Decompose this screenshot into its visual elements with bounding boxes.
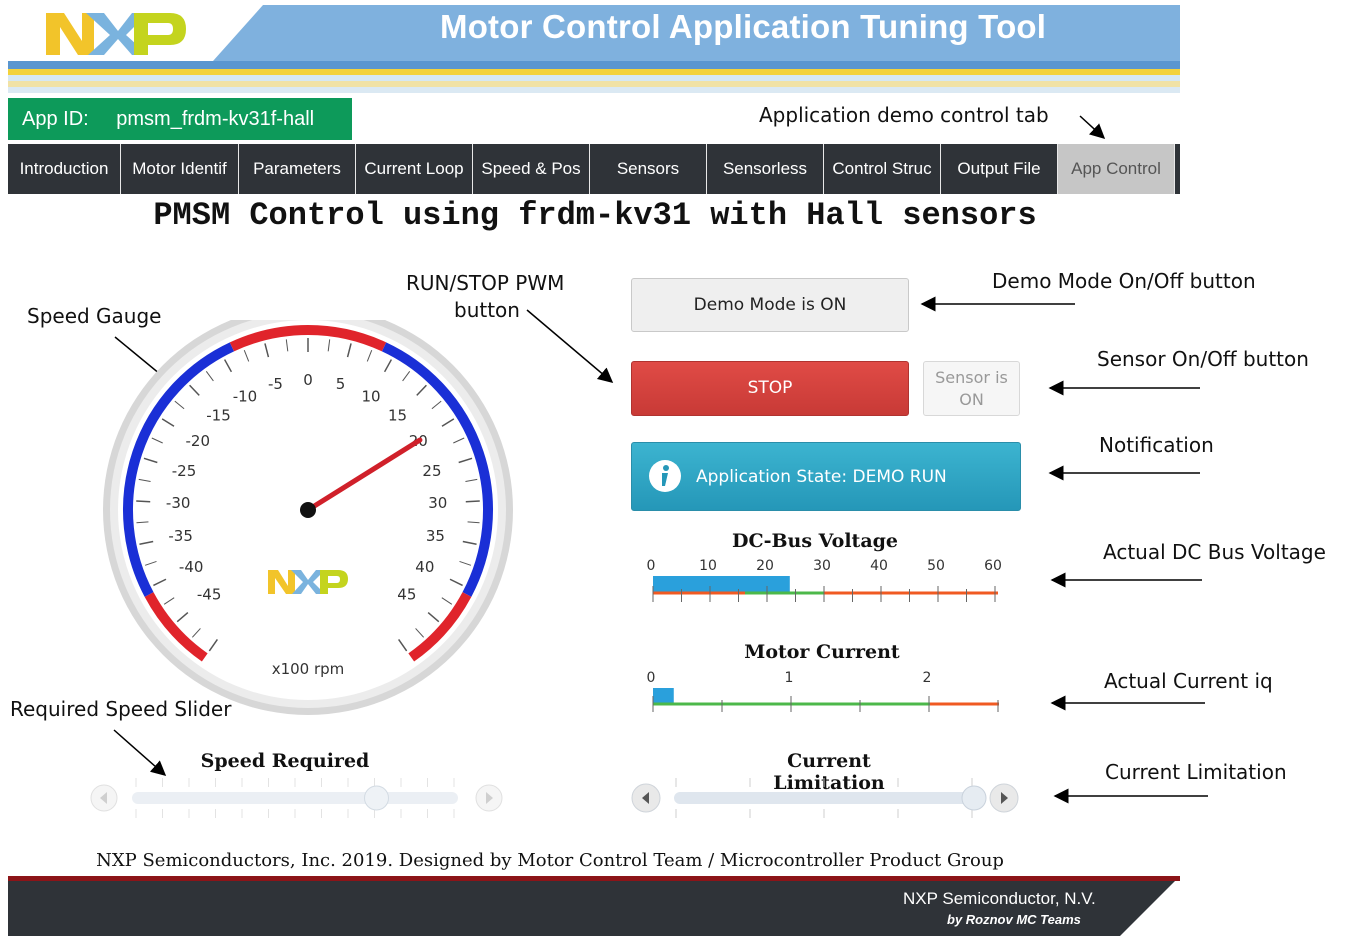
tab-speed-pos[interactable]: Speed & Pos (473, 144, 590, 194)
motor-current-tick-label: 1 (784, 670, 794, 686)
gauge-tick-label: 35 (426, 527, 445, 545)
annotation-notification: Notification (1099, 433, 1214, 457)
current-slider-thumb[interactable] (961, 785, 987, 811)
speed-slider-thumb[interactable] (364, 785, 389, 811)
dc-bus-title: DC-Bus Voltage (731, 530, 899, 552)
annotation-run-stop-1: RUN/STOP PWM (406, 271, 565, 295)
dc-bus-tick-label: 0 (646, 558, 656, 574)
demo-mode-button[interactable]: Demo Mode is ON (631, 278, 909, 332)
app-id-value: pmsm_frdm-kv31f-hall (116, 108, 315, 130)
tab-output-file[interactable]: Output File (941, 144, 1058, 194)
footer-credits: NXP Semiconductors, Inc. 2019. Designed … (96, 850, 1004, 871)
speed-gauge: -45-40-35-30-25-20-15-10-505101520253035… (103, 320, 513, 715)
gauge-tick-label: -15 (206, 407, 231, 425)
dc-bus-tick-label: 40 (870, 558, 888, 574)
speed-slider-track[interactable] (132, 792, 458, 804)
gauge-tick-label: -30 (166, 494, 191, 512)
gauge-tick-label: 10 (361, 387, 380, 405)
gauge-tick-label: -25 (172, 462, 197, 480)
current-slider-track[interactable] (674, 792, 974, 804)
tab-current-loop[interactable]: Current Loop (356, 144, 473, 194)
stop-button[interactable]: STOP (631, 361, 909, 416)
gauge-major-tick (465, 500, 480, 503)
motor-current-tick-label: 0 (646, 670, 656, 686)
gauge-tick-label: 15 (388, 407, 407, 425)
motor-current-value-bar (653, 688, 674, 704)
dc-bus-tick-label: 10 (699, 558, 717, 574)
app-title: Motor Control Application Tuning Tool (440, 8, 1047, 45)
dc-bus-tick-label: 30 (813, 558, 831, 574)
motor-current-bar (652, 688, 999, 712)
dc-bus-value-bar (653, 576, 790, 592)
sensor-button-line2: ON (959, 390, 984, 409)
arrow-app-tab (1079, 115, 1106, 140)
gauge-tick-label: -45 (197, 585, 222, 603)
app-id-badge: App ID: pmsm_frdm-kv31f-hall (8, 98, 352, 140)
dc-bus-tick-label: 60 (984, 558, 1002, 574)
bottom-team: by Roznov MC Teams (947, 912, 1081, 927)
gauge-major-tick (136, 500, 151, 503)
motor-current-title: Motor Current (744, 641, 900, 663)
annotation-demo-mode: Demo Mode On/Off button (992, 269, 1256, 293)
dc-bus-tick-label: 50 (927, 558, 945, 574)
gauge-tick-label: 45 (397, 585, 416, 603)
dc-bus-bar (652, 576, 998, 602)
gauge-tick-label: -35 (168, 527, 193, 545)
gauge-hub (300, 502, 316, 518)
arrow-run-stop (526, 309, 614, 383)
notification-text: Application State: DEMO RUN (696, 467, 947, 487)
gauge-tick-label: -40 (179, 558, 204, 576)
sensor-button-line1: Sensor is (935, 368, 1008, 387)
gauge-tick-label: 40 (415, 558, 434, 576)
speed-slider-title: Speed Required (200, 750, 370, 772)
tab-introduction[interactable]: Introduction (8, 144, 121, 194)
annotation-current-iq: Actual Current iq (1104, 669, 1273, 693)
current-limitation-slider[interactable] (626, 770, 1026, 822)
gauge-tick-label: 0 (303, 371, 313, 389)
annotation-app-demo-tab: Application demo control tab (759, 103, 1049, 127)
page-title: PMSM Control using frdm-kv31 with Hall s… (153, 197, 1037, 234)
info-icon (649, 460, 681, 492)
annotation-dc-bus: Actual DC Bus Voltage (1103, 540, 1326, 564)
motor-current-tick-label: 2 (922, 670, 932, 686)
tab-control-struc[interactable]: Control Struc (824, 144, 941, 194)
arrow-speed-slider (113, 729, 167, 776)
gauge-tick-label: -20 (186, 432, 211, 450)
app-id-label: App ID: (22, 108, 89, 130)
annotation-current-limitation: Current Limitation (1105, 760, 1287, 784)
annotation-run-stop-2: button (454, 298, 520, 322)
tab-motor-identif[interactable]: Motor Identif (121, 144, 239, 194)
annotation-sensor: Sensor On/Off button (1097, 347, 1309, 371)
gauge-tick-label: 25 (422, 462, 441, 480)
tab-sensorless[interactable]: Sensorless (707, 144, 824, 194)
tab-parameters[interactable]: Parameters (239, 144, 356, 194)
sensor-toggle-button[interactable]: Sensor is ON (923, 361, 1020, 416)
gauge-tick-label: 5 (336, 375, 346, 393)
speed-required-slider[interactable] (86, 770, 526, 822)
gauge-tick-label: -5 (268, 375, 283, 393)
gauge-tick-label: 30 (428, 494, 447, 512)
gauge-tick-label: -10 (233, 387, 257, 405)
bottom-company: NXP Semiconductor, N.V. (903, 889, 1096, 908)
tab-app-control[interactable]: App Control (1058, 144, 1175, 194)
notification-banner: Application State: DEMO RUN (631, 442, 1021, 511)
gauge-unit-label: x100 rpm (272, 660, 345, 678)
tab-sensors[interactable]: Sensors (590, 144, 707, 194)
tab-bar: Introduction Motor Identif Parameters Cu… (8, 144, 1180, 194)
dc-bus-tick-label: 20 (756, 558, 774, 574)
